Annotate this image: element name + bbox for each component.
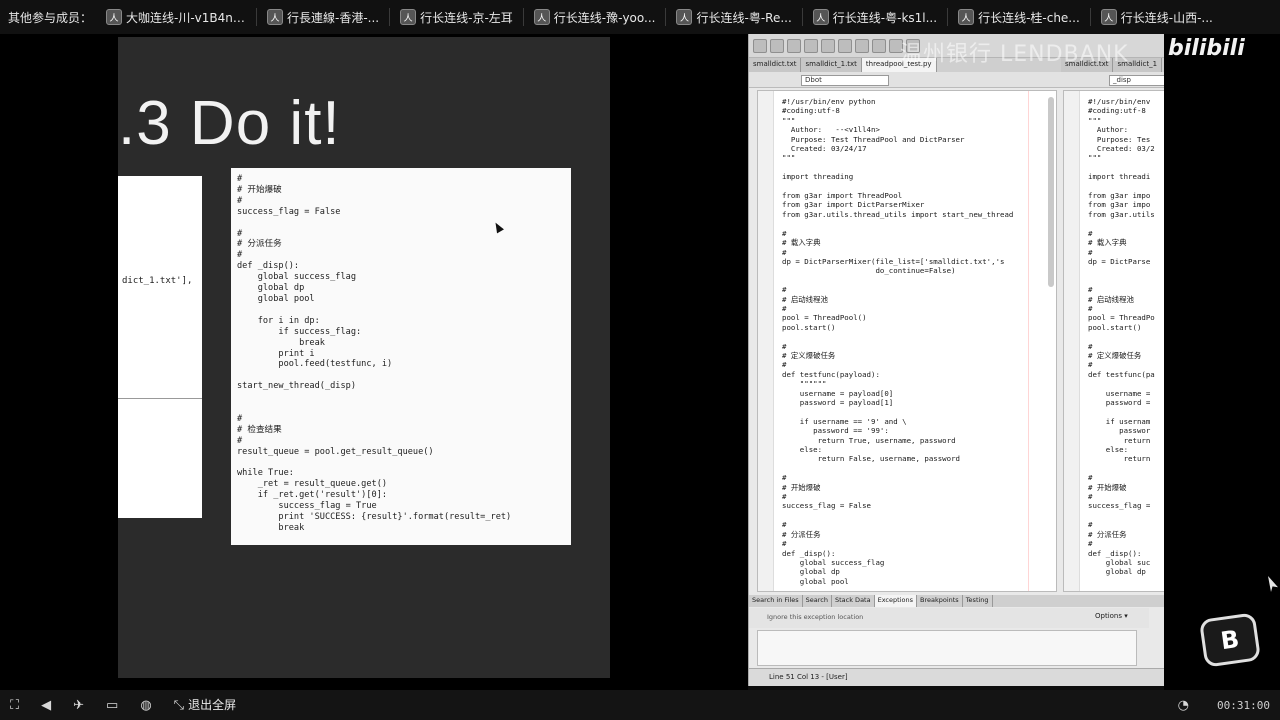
time-label: 00:31:00 <box>1217 698 1270 712</box>
screen-gap <box>702 34 748 690</box>
screen-share-icon[interactable]: ▭ <box>106 699 118 712</box>
divider <box>256 8 258 26</box>
members-label: 其他参与成员： <box>8 10 93 25</box>
tab-stack-data[interactable]: Stack Data <box>832 595 875 607</box>
tab-search-in-files[interactable]: Search in Files <box>749 595 803 607</box>
avatar: 人 <box>533 9 550 25</box>
editor-code[interactable]: #!/usr/bin/env python #coding:utf-8 """ … <box>758 91 1056 586</box>
avatar: 人 <box>106 9 123 25</box>
participant-item[interactable]: 人大咖连线-川-v1B4n ◦)) <box>106 5 258 29</box>
slide-title: .3 Do it! <box>118 89 341 158</box>
code-editor-left[interactable]: #!/usr/bin/env python #coding:utf-8 """ … <box>757 90 1057 592</box>
code-line: dict_1.txt'], <box>122 276 193 286</box>
copy-icon[interactable] <box>855 38 869 53</box>
participant-name: 行长连线-山西-... <box>1120 10 1213 25</box>
editor-scrollbar[interactable] <box>1048 97 1054 287</box>
participant-name: 行长连线-粤-ks1l... <box>832 10 938 25</box>
divider <box>947 8 949 26</box>
bank-watermark: 温州银行 LENDBANK <box>900 42 1129 67</box>
participant-item[interactable]: 人行长连线-粤-ks1l... <box>812 5 949 29</box>
divider <box>665 8 667 26</box>
people-icon[interactable]: ⛶ <box>10 699 19 712</box>
tab-exceptions[interactable]: Exceptions <box>874 595 917 607</box>
save-icon[interactable] <box>787 38 801 53</box>
divider <box>1089 8 1091 26</box>
ignore-exception-checkbox[interactable]: Ignore this exception location <box>767 613 863 621</box>
code-block: # # 开始爆破 # success_flag = False # # 分派任务… <box>237 174 512 533</box>
participant-name: 行长连线-京-左耳 <box>420 10 513 25</box>
code-editor-right[interactable]: #!/usr/bin/env #coding:utf-8 """ Author:… <box>1063 90 1164 592</box>
participant-item[interactable]: 人行長連線-香港-... <box>267 5 391 29</box>
tab-smalldict[interactable]: smalldict.txt <box>749 58 802 72</box>
bilibili-logo: bilibili <box>1168 36 1245 61</box>
slide-code-card: # # 开始爆破 # success_flag = False # # 分派任务… <box>231 168 571 545</box>
b-logo-icon: B <box>1198 612 1262 668</box>
record-icon[interactable]: ◍ <box>140 699 151 712</box>
symbol-search-input-right[interactable]: _disp <box>1109 75 1164 86</box>
new-file-icon[interactable] <box>753 38 767 53</box>
exceptions-panel <box>757 630 1137 666</box>
exit-fullscreen-button[interactable]: ⤡ 退出全屏 <box>174 699 236 712</box>
participant-item[interactable]: 人行长连线-山西-... <box>1100 5 1213 29</box>
editor-gutter[interactable] <box>1064 91 1080 591</box>
slide-code-card-partial: dict_1.txt'], <box>118 176 202 518</box>
participant-name: 大咖连线-川-v1B4n ◦)) <box>126 10 247 25</box>
participant-name: 行长连线-粤-Re... <box>696 10 792 25</box>
cursor-position: Line 51 Col 13 - [User] <box>769 673 848 681</box>
participant-name: 行长连线-桂-che... <box>978 10 1080 25</box>
status-bar: Line 51 Col 13 - [User] <box>749 668 1164 686</box>
options-dropdown[interactable]: Options ▾ <box>1095 612 1128 620</box>
participant-item[interactable]: 人行长连线-粤-Re... <box>676 5 803 29</box>
clock-icon: ◔ <box>1177 697 1190 713</box>
divider <box>389 8 391 26</box>
volume-icon[interactable]: ◀ <box>41 699 51 712</box>
avatar: 人 <box>812 9 829 25</box>
participant-item[interactable]: 人行长连线-豫-yoo... <box>533 5 667 29</box>
symbol-search-input[interactable]: Dbot <box>801 75 889 86</box>
avatar: 人 <box>958 9 975 25</box>
divider <box>801 8 803 26</box>
tab-smalldict-1[interactable]: smalldict_1.txt <box>801 58 862 72</box>
symbol-search-row: Dbot _disp <box>749 72 1164 88</box>
participant-item[interactable]: 人行长连线-桂-che... <box>958 5 1091 29</box>
cut-icon[interactable] <box>838 38 852 53</box>
ide-window: smalldict.txt smalldict_1.txt threadpool… <box>748 34 1164 686</box>
divider <box>522 8 524 26</box>
participant-name: 行长连线-豫-yoo... <box>553 10 656 25</box>
exit-fullscreen-label: 退出全屏 <box>188 698 237 712</box>
shared-screen-right <box>1164 34 1280 690</box>
editor-gutter[interactable] <box>758 91 774 591</box>
avatar: 人 <box>676 9 693 25</box>
player-controls: ⛶ ◀ ✈ ▭ ◍ ⤡ 退出全屏 ◔ 00:31:00 <box>0 690 1280 720</box>
paste-icon[interactable] <box>872 38 886 53</box>
divider <box>118 398 202 399</box>
open-folder-icon[interactable] <box>770 38 784 53</box>
undo-icon[interactable] <box>804 38 818 53</box>
participant-item[interactable]: 人行长连线-京-左耳 <box>400 5 524 29</box>
microphone-icon[interactable]: ✈ <box>73 699 84 712</box>
tab-testing[interactable]: Testing <box>963 595 993 607</box>
participants-bar: 其他参与成员： 人大咖连线-川-v1B4n ◦)) 人行長連線-香港-... 人… <box>0 0 1280 34</box>
tab-search[interactable]: Search <box>803 595 832 607</box>
elapsed-time: ◔ 00:31:00 <box>1178 690 1270 720</box>
tool-panel-tabs: Search in Files Search Stack Data Except… <box>749 595 1164 607</box>
avatar: 人 <box>267 9 284 25</box>
avatar: 人 <box>1100 9 1117 25</box>
redo-icon[interactable] <box>821 38 835 53</box>
tab-breakpoints[interactable]: Breakpoints <box>917 595 963 607</box>
editor-ruler <box>1028 91 1029 591</box>
exceptions-toolbar: Ignore this exception location Options ▾ <box>749 608 1149 628</box>
participant-name: 行長連線-香港-... <box>287 10 380 25</box>
exit-fullscreen-icon: ⤡ <box>173 697 185 713</box>
avatar: 人 <box>400 9 417 25</box>
